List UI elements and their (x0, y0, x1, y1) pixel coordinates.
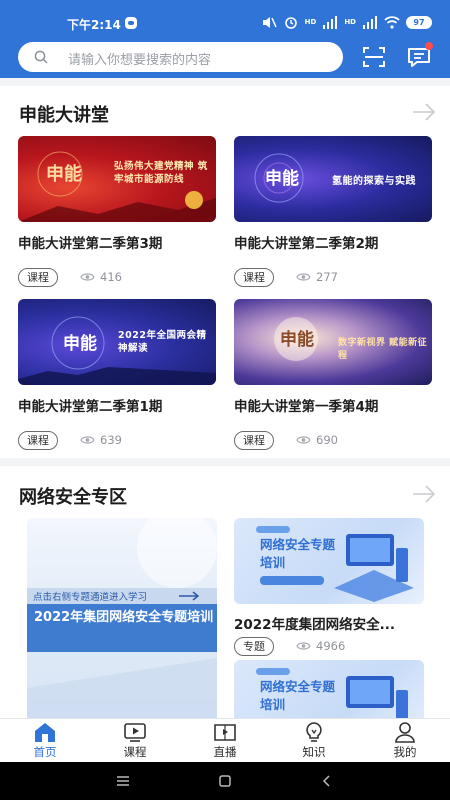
nav-label: 我的 (393, 745, 417, 759)
lecture-thumbnail: 申能 氢能的探索与实践 (234, 136, 432, 222)
view-count: 639 (80, 433, 122, 447)
security-promo-banner[interactable]: 点击右侧专题通道进入学习 2022年集团网络安全专题培训 (27, 518, 217, 718)
nav-label: 首页 (33, 745, 57, 759)
home-icon (35, 723, 55, 742)
security-card[interactable]: 网络安全专题培训 2022年度集团网络安全... 专题 4966 (234, 518, 424, 656)
menu-icon[interactable] (116, 774, 130, 788)
eye-icon (296, 273, 311, 281)
nav-item-home[interactable]: 首页 (15, 721, 75, 760)
nav-item-courses[interactable]: 课程 (105, 721, 165, 760)
lecture-thumbnail: 申能 2022年全国两会精神解读 (18, 299, 216, 385)
nav-label: 直播 (213, 745, 237, 759)
svg-text:申能: 申能 (265, 168, 299, 188)
arrow-right-icon[interactable] (412, 103, 436, 121)
alarm-icon (284, 16, 297, 29)
lecture-card-title: 申能大讲堂第二季第2期 (234, 236, 379, 252)
lecture-section: 申能大讲堂 申能 弘扬伟大建党精神 筑牢城市能源防线 申能大讲堂第二季第3期 课… (0, 86, 450, 458)
bottom-nav: 首页 课程 直播 知识 我的 (0, 718, 450, 762)
eye-icon (80, 436, 95, 444)
system-nav-bar (0, 762, 450, 800)
status-time: 下午2:14 (67, 18, 121, 32)
lecture-card-title: 申能大讲堂第二季第3期 (18, 236, 163, 252)
course-tag: 课程 (234, 268, 274, 287)
promo-hint-bar: 点击右侧专题通道进入学习 (27, 588, 217, 604)
lecture-section-title: 申能大讲堂 (19, 105, 109, 126)
search-input[interactable]: 请输入你想要搜索的内容 (68, 49, 211, 68)
view-count: 690 (296, 433, 338, 447)
thumb-caption: 数字新视界 赋能新征程 (338, 338, 428, 361)
signal-icon (323, 15, 338, 29)
security-section: 网络安全专区 点击右侧专题通道进入学习 2022年集团网络安全专题培训 网络安全… (0, 466, 450, 718)
course-tag: 课程 (234, 431, 274, 450)
view-count: 277 (296, 270, 338, 284)
status-bar: 下午2:14 HD HD 97 (0, 0, 450, 40)
lecture-card[interactable]: 申能 弘扬伟大建党精神 筑牢城市能源防线 申能大讲堂第二季第3期 课程 416 (18, 136, 216, 287)
security-card-title: 2022年度集团网络安全... (234, 617, 395, 633)
lecture-card-title: 申能大讲堂第一季第4期 (234, 399, 379, 415)
course-tag: 课程 (18, 431, 58, 450)
lecture-card[interactable]: 申能 2022年全国两会精神解读 申能大讲堂第二季第1期 课程 639 (18, 299, 216, 450)
eye-icon (296, 642, 311, 650)
top-header: 下午2:14 HD HD 97 请输入你想要搜索的内容 (0, 0, 450, 78)
promo-title: 2022年集团网络安全专题培训 (34, 610, 214, 625)
view-count: 4966 (296, 639, 345, 653)
security-card[interactable]: 网络安全专题培训 (234, 660, 424, 718)
signal-icon-2 (363, 15, 377, 29)
lecture-thumbnail: 申能 弘扬伟大建党精神 筑牢城市能源防线 (18, 136, 216, 222)
home-square-icon[interactable] (218, 774, 232, 788)
view-count-value: 416 (100, 270, 122, 284)
live-icon (214, 724, 236, 741)
view-count-value: 639 (100, 433, 122, 447)
security-section-title: 网络安全专区 (19, 487, 127, 508)
nav-label: 知识 (302, 745, 326, 759)
wifi-icon (384, 15, 400, 29)
notification-icon (125, 17, 137, 29)
bulb-icon (306, 722, 322, 742)
lecture-thumbnail: 申能 数字新视界 赋能新征程 (234, 299, 432, 385)
promo-hint-text: 点击右侧专题通道进入学习 (33, 592, 148, 603)
view-count: 416 (80, 270, 122, 284)
thumb-caption: 氢能的探索与实践 (332, 176, 416, 187)
thumb-caption: 弘扬伟大建党精神 筑牢城市能源防线 (114, 161, 208, 185)
nav-item-knowledge[interactable]: 知识 (284, 721, 344, 760)
eye-icon (80, 273, 95, 281)
security-thumbnail: 网络安全专题培训 (234, 660, 424, 718)
view-count-value: 277 (316, 270, 338, 284)
svg-text:申能: 申能 (63, 333, 97, 353)
lecture-card-title: 申能大讲堂第二季第1期 (18, 399, 163, 415)
svg-text:申能: 申能 (46, 163, 82, 184)
course-tag: 课程 (18, 268, 58, 287)
lecture-card[interactable]: 申能 氢能的探索与实践 申能大讲堂第二季第2期 课程 277 (234, 136, 432, 287)
nav-item-live[interactable]: 直播 (195, 721, 255, 760)
signal-hd-2: HD (344, 17, 356, 26)
thumb-caption: 2022年全国两会精神解读 (118, 330, 207, 354)
scan-icon[interactable] (362, 45, 386, 69)
arrow-right-icon (179, 591, 200, 601)
unread-badge (425, 42, 433, 50)
battery-icon: 97 (406, 15, 432, 29)
play-icon (124, 723, 146, 742)
user-icon (395, 722, 415, 743)
arrow-right-icon[interactable] (412, 485, 436, 503)
status-icons: HD HD 97 (261, 14, 432, 30)
back-icon[interactable] (320, 774, 334, 788)
mute-icon (262, 16, 277, 28)
search-bar[interactable]: 请输入你想要搜索的内容 (18, 42, 343, 72)
lecture-card[interactable]: 申能 数字新视界 赋能新征程 申能大讲堂第一季第4期 课程 690 (234, 299, 432, 450)
nav-label: 课程 (123, 745, 147, 759)
search-icon (34, 50, 48, 64)
eye-icon (296, 436, 311, 444)
nav-item-profile[interactable]: 我的 (375, 721, 435, 760)
svg-text:申能: 申能 (280, 329, 314, 349)
security-thumbnail: 网络安全专题培训 (234, 518, 424, 604)
signal-hd-1: HD (304, 17, 317, 26)
view-count-value: 690 (316, 433, 338, 447)
view-count-value: 4966 (316, 639, 346, 653)
topic-tag: 专题 (234, 637, 274, 656)
